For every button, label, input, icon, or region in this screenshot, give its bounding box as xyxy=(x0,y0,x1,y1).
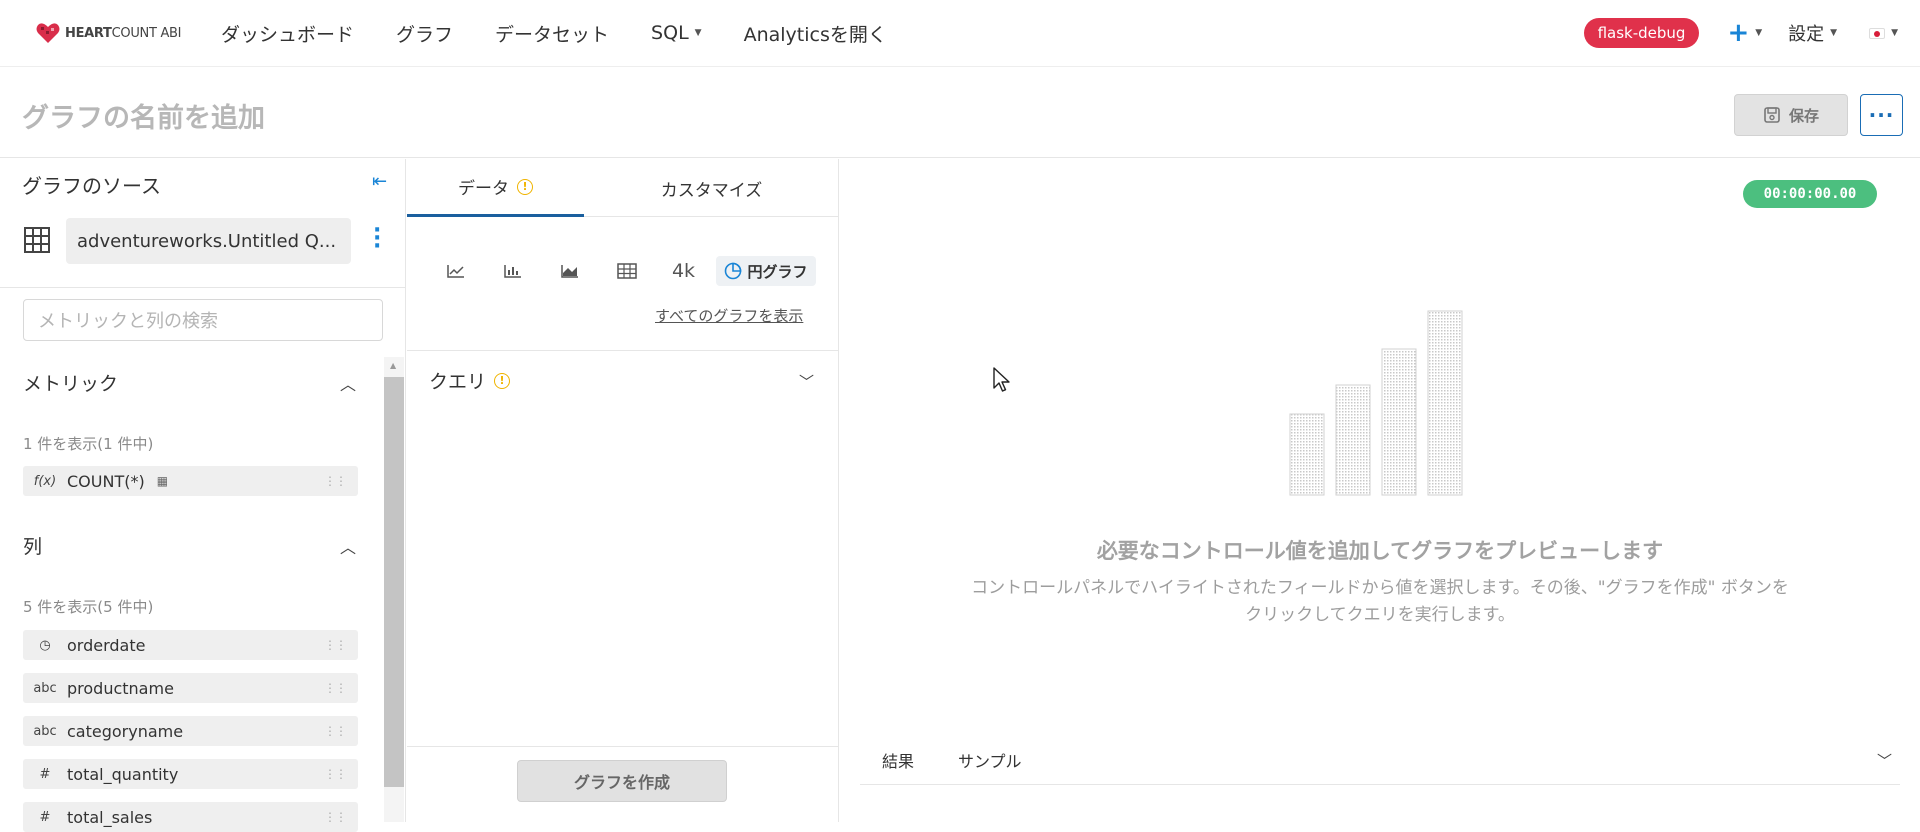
mouse-cursor-icon xyxy=(993,367,1010,392)
chevron-up-icon[interactable]: ︿ xyxy=(340,534,356,558)
plus-icon: + xyxy=(1727,18,1750,48)
nav-dashboard[interactable]: ダッシュボード xyxy=(221,20,354,47)
info-icon: ! xyxy=(517,178,533,195)
caret-down-icon: ▼ xyxy=(1891,28,1898,38)
bar-chart-button[interactable] xyxy=(484,254,541,288)
logo-text: HEARTCOUNT ABI xyxy=(65,25,182,41)
number-type-icon: # xyxy=(39,766,51,782)
chart-title-bar: グラフの名前を追加 保存 ··· xyxy=(0,68,1920,158)
divider xyxy=(407,746,839,747)
tab-data[interactable]: データ! xyxy=(407,159,584,217)
chevron-down-icon[interactable]: ﹀ xyxy=(1877,750,1892,771)
chart-name-input[interactable]: グラフの名前を追加 xyxy=(22,96,265,135)
caret-down-icon: ▼ xyxy=(1830,28,1838,38)
columns-count: 5 件を表示(5 件中) xyxy=(23,598,154,616)
drag-handle-icon[interactable]: ⋮⋮ xyxy=(324,768,347,780)
tab-samples[interactable]: サンプル xyxy=(958,748,1022,772)
environment-badge: flask-debug xyxy=(1583,18,1700,48)
big-number-button[interactable]: 4k xyxy=(655,254,712,288)
add-new-menu[interactable]: + ▼ xyxy=(1727,18,1762,48)
column-item[interactable]: ◷ orderdate ⋮⋮ xyxy=(23,630,358,660)
drag-handle-icon[interactable]: ⋮⋮ xyxy=(324,475,347,487)
metric-label: COUNT(*) xyxy=(67,471,145,491)
save-icon xyxy=(1764,107,1780,123)
create-chart-button[interactable]: グラフを作成 xyxy=(517,760,727,802)
tab-results[interactable]: 結果 xyxy=(882,748,914,772)
japan-flag-icon xyxy=(1869,27,1886,39)
bar-chart-icon xyxy=(503,265,521,278)
calculator-icon: ▦ xyxy=(156,474,169,488)
metric-column-search-input[interactable]: メトリックと列の検索 xyxy=(23,299,383,341)
nav-charts[interactable]: グラフ xyxy=(396,20,453,47)
metric-item[interactable]: f(x) COUNT(*) ▦ ⋮⋮ xyxy=(23,466,358,496)
chart-type-selector: 4k 円グラフ xyxy=(427,254,816,288)
nav-open-analytics[interactable]: Analyticsを開く xyxy=(744,20,887,47)
caret-down-icon: ▼ xyxy=(694,28,702,38)
line-chart-icon xyxy=(446,265,464,278)
column-item[interactable]: # total_quantity ⋮⋮ xyxy=(23,759,358,789)
source-heading: グラフのソース xyxy=(22,174,161,198)
empty-state-description: コントロールパネルでハイライトされたフィールドから値を選択します。その後、"グラ… xyxy=(971,578,1789,625)
clock-icon: ◷ xyxy=(39,637,51,653)
chevron-up-icon[interactable]: ︿ xyxy=(340,371,356,395)
drag-handle-icon[interactable]: ⋮⋮ xyxy=(324,725,347,737)
info-icon: ! xyxy=(494,372,511,389)
column-label: total_quantity xyxy=(67,764,179,784)
text-type-icon: abc xyxy=(33,723,57,739)
dataset-kebab-icon[interactable]: · · · xyxy=(373,220,381,258)
drag-handle-icon[interactable]: ⋮⋮ xyxy=(324,811,347,823)
line-chart-button[interactable] xyxy=(427,254,484,288)
area-chart-icon xyxy=(560,265,578,278)
column-label: categoryname xyxy=(67,721,184,741)
column-label: total_sales xyxy=(67,807,153,827)
columns-heading: 列 xyxy=(23,536,43,558)
column-label: orderdate xyxy=(67,635,146,655)
drag-handle-icon[interactable]: ⋮⋮ xyxy=(324,639,347,651)
top-navbar: HEARTCOUNT ABI ダッシュボード グラフ データセット SQL ▼ A… xyxy=(0,0,1920,67)
language-menu[interactable]: ▼ xyxy=(1869,27,1898,39)
control-panel: データ! カスタマイズ 4k 円グラフ すべてのグラフを表示 クエリ! ﹀ グラ… xyxy=(407,159,839,822)
chart-source-panel: グラフのソース ⇤ adventureworks.Untitled Q... ·… xyxy=(0,159,406,832)
divider xyxy=(407,350,839,351)
function-icon: f(x) xyxy=(33,473,57,489)
more-options-button[interactable]: ··· xyxy=(1860,94,1903,136)
column-item[interactable]: abc productname ⋮⋮ xyxy=(23,673,358,703)
nav-sql[interactable]: SQL ▼ xyxy=(651,20,702,47)
pie-chart-button[interactable]: 円グラフ xyxy=(716,256,816,286)
show-all-charts-link[interactable]: すべてのグラフを表示 xyxy=(655,305,803,326)
divider xyxy=(0,287,406,288)
collapse-panel-icon[interactable]: ⇤ xyxy=(372,171,387,192)
number-type-icon: # xyxy=(39,809,51,825)
save-button[interactable]: 保存 xyxy=(1734,94,1848,136)
drag-handle-icon[interactable]: ⋮⋮ xyxy=(324,682,347,694)
pie-chart-icon xyxy=(725,262,742,280)
nav-datasets[interactable]: データセット xyxy=(495,20,609,47)
empty-state-title: 必要なコントロール値を追加してグラフをプレビューします xyxy=(1096,539,1664,563)
tab-underline xyxy=(584,216,839,217)
heartcount-logo[interactable]: HEARTCOUNT ABI xyxy=(35,21,215,45)
query-section-header[interactable]: クエリ! xyxy=(429,367,511,394)
results-bar: 結果 サンプル ﹀ xyxy=(860,735,1900,785)
metrics-count: 1 件を表示(1 件中) xyxy=(23,435,154,453)
query-timer: 00:00:00.00 xyxy=(1743,180,1877,208)
scrollbar-thumb[interactable] xyxy=(384,377,404,787)
settings-menu[interactable]: 設定 ▼ xyxy=(1788,20,1837,46)
table-chart-button[interactable] xyxy=(598,254,655,288)
heart-logo-icon xyxy=(36,23,60,43)
text-type-icon: abc xyxy=(33,680,57,696)
dataset-selector[interactable]: adventureworks.Untitled Q... xyxy=(66,218,351,264)
column-item[interactable]: # total_sales ⋮⋮ xyxy=(23,802,358,832)
table-grid-icon xyxy=(24,227,50,253)
chart-preview-panel: 00:00:00.00 必要なコントロール値を追加してグラフをプレビューします … xyxy=(840,159,1920,822)
metrics-heading: メトリック xyxy=(23,373,119,395)
area-chart-button[interactable] xyxy=(541,254,598,288)
column-label: productname xyxy=(67,678,174,698)
scroll-up-arrow-icon[interactable]: ▲ xyxy=(390,361,396,370)
empty-chart-illustration-icon xyxy=(1289,310,1463,496)
column-item[interactable]: abc categoryname ⋮⋮ xyxy=(23,716,358,746)
tab-customize[interactable]: カスタマイズ xyxy=(584,159,839,217)
chevron-down-icon[interactable]: ﹀ xyxy=(799,371,814,392)
table-icon xyxy=(616,263,637,279)
caret-down-icon: ▼ xyxy=(1755,28,1763,38)
